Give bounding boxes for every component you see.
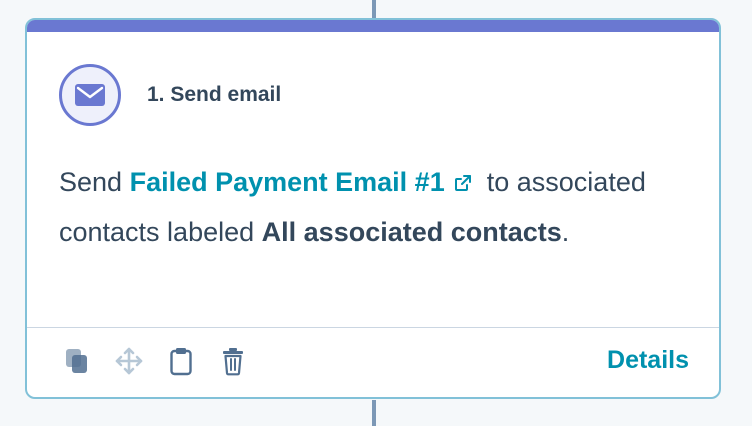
clipboard-icon[interactable] [165,345,197,377]
workflow-canvas: 1. Send email Send Failed Payment Email … [0,0,752,426]
step-title: 1. Send email [147,83,282,106]
description-suffix: . [561,216,570,247]
card-divider [27,327,719,328]
action-description: Send Failed Payment Email #1 to associat… [59,158,689,256]
card-header: 1. Send email [59,64,281,126]
connector-line-bottom [372,400,376,426]
external-link-icon[interactable] [453,160,473,208]
clone-icon[interactable] [61,345,93,377]
card-toolbar [61,345,269,377]
email-name-link[interactable]: Failed Payment Email #1 [130,167,445,197]
envelope-icon [59,64,121,126]
trash-icon[interactable] [217,345,249,377]
details-link[interactable]: Details [607,346,689,375]
connector-line-top [372,0,376,20]
send-email-action-card[interactable]: 1. Send email Send Failed Payment Email … [25,18,721,399]
move-icon[interactable] [113,345,145,377]
description-prefix: Send [59,167,123,197]
card-accent-bar [27,20,719,32]
association-label: All associated contacts [261,216,562,247]
description-connector: to [486,167,510,197]
